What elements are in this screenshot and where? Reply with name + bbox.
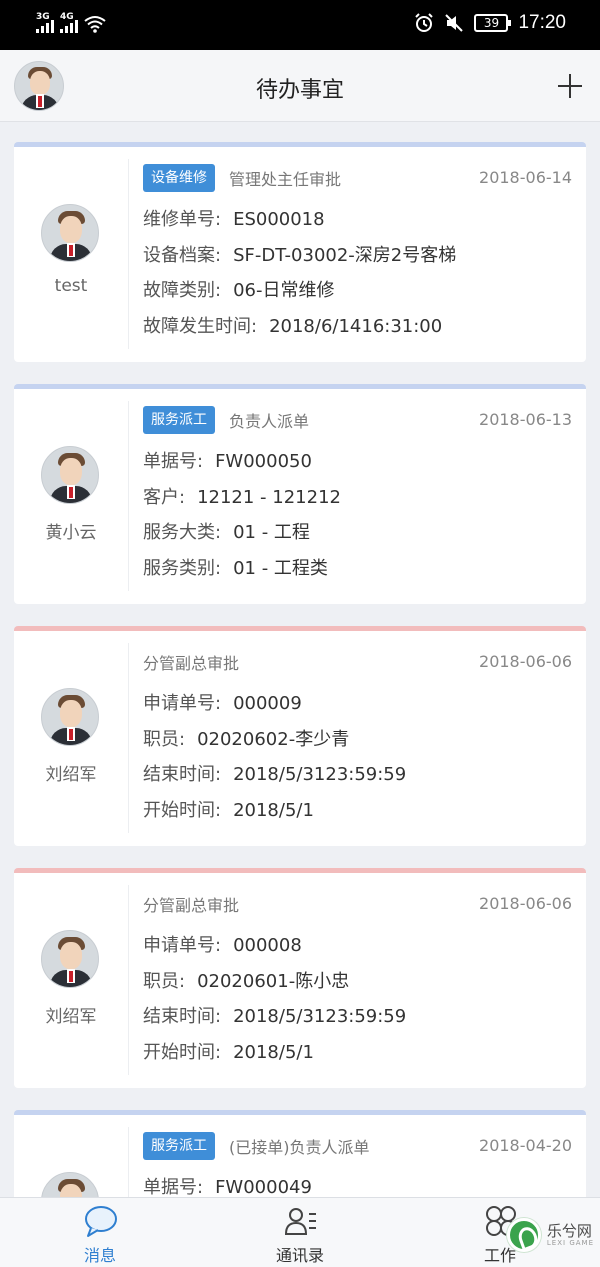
field-row: 服务类别: 01 - 工程类 bbox=[143, 558, 328, 579]
category-tag: 设备维修 bbox=[143, 164, 215, 192]
field-row: 单据号: FW000050 bbox=[143, 451, 312, 472]
divider bbox=[128, 643, 129, 833]
field-row: 单据号: FW000049 bbox=[143, 1177, 312, 1197]
category-tag: 服务派工 bbox=[143, 406, 215, 434]
card-date: 2018-06-14 bbox=[479, 168, 572, 187]
divider bbox=[128, 159, 129, 349]
field-row: 服务大类: 01 - 工程 bbox=[143, 522, 310, 543]
todo-card[interactable]: 刘绍军 分管副总审批 2018-06-06 申请单号: 000009 职员: 020… bbox=[14, 626, 586, 846]
approval-stage: (已接单)负责人派单 bbox=[229, 1138, 370, 1157]
user-name: 刘绍军 bbox=[45, 765, 97, 785]
todo-card[interactable]: 黄小云 服务派工 负责人派单 2018-06-13 单据号: FW000050 客… bbox=[14, 384, 586, 604]
field-row: 申请单号: 000008 bbox=[143, 935, 302, 956]
field-row: 故障发生时间: 2018/6/1416:31:00 bbox=[143, 316, 443, 337]
category-tag: 服务派工 bbox=[143, 1132, 215, 1160]
contacts-icon bbox=[284, 1208, 316, 1235]
lexi-logo-icon bbox=[506, 1218, 541, 1252]
user-avatar bbox=[41, 204, 99, 262]
user-avatar bbox=[41, 688, 99, 746]
card-date: 2018-04-20 bbox=[479, 1136, 572, 1155]
todo-card[interactable]: test 设备维修 管理处主任审批 2018-06-14 维修单号: ES0000… bbox=[14, 142, 586, 362]
divider bbox=[128, 1127, 129, 1197]
divider bbox=[128, 401, 129, 591]
todo-card[interactable]: 刘绍军 分管副总审批 2018-06-06 申请单号: 000008 职员: 020… bbox=[14, 868, 586, 1088]
signal-icon: 4G bbox=[60, 12, 78, 33]
approval-stage: 负责人派单 bbox=[229, 412, 310, 431]
watermark: 乐兮网 LEXI GAME bbox=[506, 1218, 594, 1252]
add-icon[interactable] bbox=[558, 74, 582, 98]
status-bar: 3G 4G 39 17:20 bbox=[0, 0, 600, 50]
user-name: 黄小云 bbox=[45, 523, 97, 543]
app-header: 待办事宜 bbox=[0, 50, 600, 122]
tab-contacts[interactable]: 通讯录 bbox=[200, 1198, 400, 1267]
user-name: test bbox=[54, 276, 88, 296]
signal-icon: 3G bbox=[36, 12, 54, 33]
field-row: 客户: 12121 - 121212 bbox=[143, 487, 341, 508]
user-name: 刘绍军 bbox=[45, 1007, 97, 1027]
field-row: 开始时间: 2018/5/1 bbox=[143, 1042, 314, 1063]
field-row: 设备档案: SF-DT-03002-深房2号客梯 bbox=[143, 245, 457, 266]
card-date: 2018-06-06 bbox=[479, 652, 572, 671]
divider bbox=[128, 885, 129, 1075]
approval-stage: 分管副总审批 bbox=[143, 654, 240, 673]
card-date: 2018-06-06 bbox=[479, 894, 572, 913]
approval-stage: 分管副总审批 bbox=[143, 896, 240, 915]
field-row: 职员: 02020602-李少青 bbox=[143, 729, 350, 750]
battery-icon: 39 bbox=[474, 14, 512, 32]
field-row: 结束时间: 2018/5/3123:59:59 bbox=[143, 1006, 407, 1027]
mute-icon bbox=[445, 14, 464, 32]
alarm-icon bbox=[415, 13, 434, 32]
field-row: 故障类别: 06-日常维修 bbox=[143, 280, 335, 301]
todo-list[interactable]: test 设备维修 管理处主任审批 2018-06-14 维修单号: ES0000… bbox=[0, 122, 600, 1197]
clock: 17:20 bbox=[518, 12, 566, 33]
approval-stage: 管理处主任审批 bbox=[229, 170, 342, 189]
todo-card[interactable]: 服务派工 (已接单)负责人派单 2018-04-20 单据号: FW000049 bbox=[14, 1110, 586, 1197]
field-row: 申请单号: 000009 bbox=[143, 693, 302, 714]
card-date: 2018-06-13 bbox=[479, 410, 572, 429]
field-row: 职员: 02020601-陈小忠 bbox=[143, 971, 350, 992]
tab-messages[interactable]: 消息 bbox=[0, 1198, 200, 1267]
field-row: 开始时间: 2018/5/1 bbox=[143, 800, 314, 821]
field-row: 维修单号: ES000018 bbox=[143, 209, 325, 230]
field-row: 结束时间: 2018/5/3123:59:59 bbox=[143, 764, 407, 785]
chat-bubble-icon bbox=[85, 1206, 117, 1237]
user-avatar bbox=[41, 446, 99, 504]
page-title: 待办事宜 bbox=[255, 78, 344, 103]
wifi-icon bbox=[84, 16, 106, 33]
user-avatar bbox=[41, 930, 99, 988]
user-avatar bbox=[41, 1172, 99, 1197]
